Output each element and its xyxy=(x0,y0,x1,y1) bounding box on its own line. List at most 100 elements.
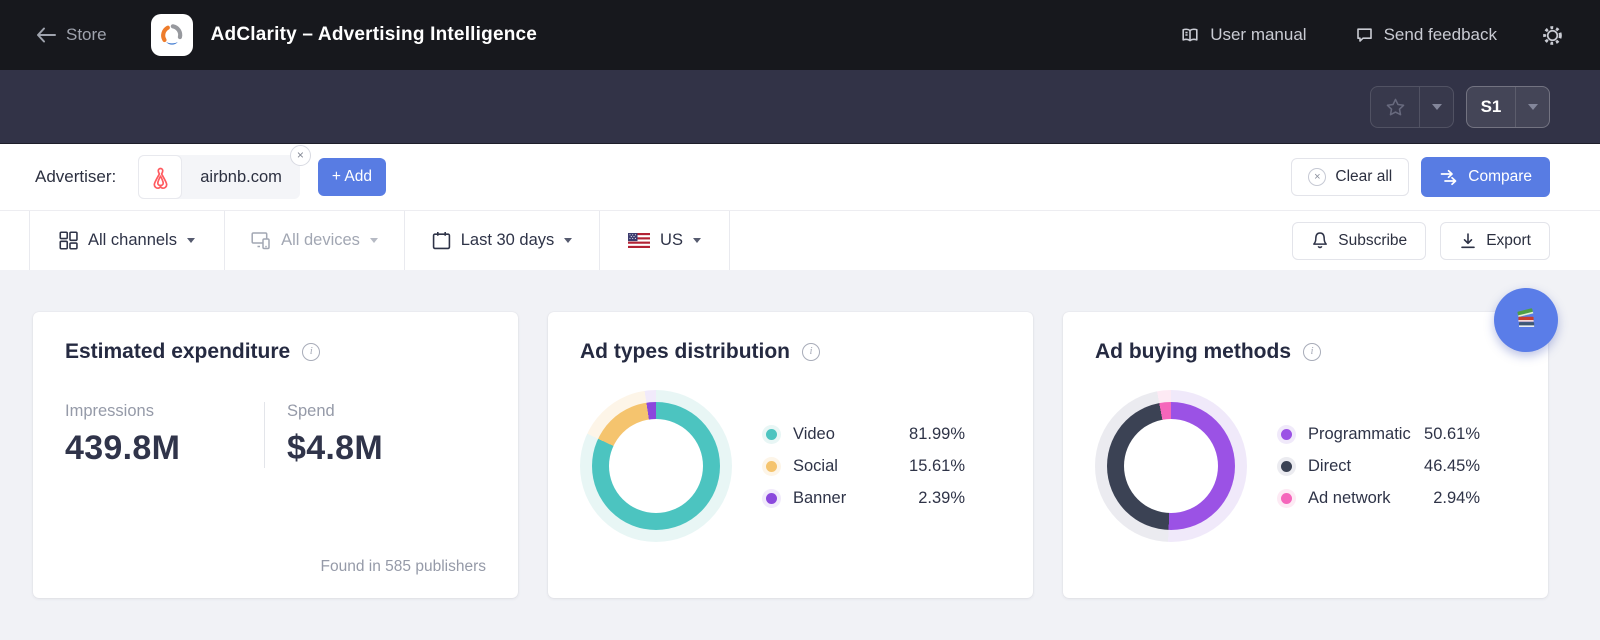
ad-types-legend: Video81.99% Social15.61% Banner2.39% xyxy=(766,425,965,508)
donut-ring xyxy=(1107,402,1235,530)
legend-dot xyxy=(766,493,777,504)
send-feedback-link[interactable]: Send feedback xyxy=(1355,25,1497,45)
adclarity-logo xyxy=(151,14,193,56)
preset-button[interactable]: S1 xyxy=(1467,87,1515,127)
subscribe-button[interactable]: Subscribe xyxy=(1292,222,1426,260)
add-advertiser-button[interactable]: + Add xyxy=(318,158,386,196)
ad-types-distribution-card: Ad types distribution i Video81.99% Socia… xyxy=(548,312,1033,598)
ad-types-donut-chart[interactable] xyxy=(580,390,732,542)
chevron-down-icon xyxy=(693,238,701,243)
legend-label: Programmatic xyxy=(1308,425,1424,444)
date-range-filter[interactable]: Last 30 days xyxy=(405,211,600,270)
legend-value: 15.61% xyxy=(909,457,965,476)
favorite-dropdown[interactable] xyxy=(1419,87,1453,127)
clear-all-button[interactable]: × Clear all xyxy=(1291,158,1409,196)
calendar-icon xyxy=(432,231,451,250)
region-filter[interactable]: US xyxy=(600,211,730,270)
spend-value: $4.8M xyxy=(287,429,486,468)
legend-row[interactable]: Direct46.45% xyxy=(1281,457,1480,476)
legend-row[interactable]: Banner2.39% xyxy=(766,489,965,508)
legend-dot xyxy=(1281,429,1292,440)
ad-buying-donut-chart[interactable] xyxy=(1095,390,1247,542)
export-label: Export xyxy=(1486,232,1531,250)
legend-dot xyxy=(766,429,777,440)
star-icon xyxy=(1386,98,1405,116)
legend-value: 50.61% xyxy=(1424,425,1480,444)
info-icon[interactable]: i xyxy=(302,343,320,361)
devices-filter[interactable]: All devices xyxy=(225,211,405,270)
chevron-down-icon xyxy=(1432,104,1442,110)
legend-row[interactable]: Social15.61% xyxy=(766,457,965,476)
us-flag-icon xyxy=(628,233,650,248)
compare-label: Compare xyxy=(1468,168,1532,186)
user-manual-link[interactable]: User manual xyxy=(1180,25,1306,45)
ad-buying-methods-card: Ad buying methods i Programmatic50.61%Di… xyxy=(1063,312,1548,598)
compare-button[interactable]: Compare xyxy=(1421,157,1550,197)
legend-value: 2.39% xyxy=(918,489,965,508)
legend-dot xyxy=(766,461,777,472)
card-title: Ad types distribution xyxy=(580,340,790,364)
workspace-bar: S1 xyxy=(0,70,1600,144)
back-to-store-button[interactable]: Store xyxy=(36,25,107,45)
help-widget-button[interactable] xyxy=(1494,288,1558,352)
preset-dropdown[interactable] xyxy=(1515,87,1549,127)
devices-filter-label: All devices xyxy=(281,231,360,250)
impressions-metric: Impressions 439.8M xyxy=(65,402,264,468)
card-title: Ad buying methods xyxy=(1095,340,1291,364)
donut-hole xyxy=(1124,419,1218,513)
channels-grid-icon xyxy=(59,231,78,250)
chevron-down-icon xyxy=(187,238,195,243)
favorite-button[interactable] xyxy=(1371,87,1419,127)
download-icon xyxy=(1459,232,1477,250)
ad-buying-legend: Programmatic50.61% Direct46.45% Ad network… xyxy=(1281,425,1480,508)
legend-value: 81.99% xyxy=(909,425,965,444)
favorite-split-button xyxy=(1370,86,1454,128)
airbnb-logo xyxy=(138,155,182,199)
filter-stub xyxy=(0,211,30,270)
subscribe-label: Subscribe xyxy=(1338,232,1407,250)
region-label: US xyxy=(660,231,683,250)
advertiser-chip: airbnb.com × xyxy=(138,155,300,199)
info-icon[interactable]: i xyxy=(802,343,820,361)
spend-metric: Spend $4.8M xyxy=(287,402,486,468)
top-bar: Store AdClarity – Advertising Intelligen… xyxy=(0,0,1600,70)
clear-icon: × xyxy=(1308,168,1326,186)
legend-row[interactable]: Programmatic50.61% xyxy=(1281,425,1480,444)
bell-icon xyxy=(1311,231,1329,250)
compare-arrows-icon xyxy=(1439,169,1459,186)
channels-filter[interactable]: All channels xyxy=(30,211,225,270)
user-manual-label: User manual xyxy=(1210,25,1306,45)
arrow-left-icon xyxy=(36,27,56,43)
legend-label: Direct xyxy=(1308,457,1424,476)
gear-icon xyxy=(1541,24,1564,47)
export-button[interactable]: Export xyxy=(1440,222,1550,260)
devices-icon xyxy=(251,231,271,250)
feedback-bubble-icon xyxy=(1355,26,1374,44)
info-icon[interactable]: i xyxy=(1303,343,1321,361)
book-icon xyxy=(1180,26,1200,44)
channels-filter-label: All channels xyxy=(88,231,177,250)
publishers-footnote: Found in 585 publishers xyxy=(321,558,486,576)
clear-all-label: Clear all xyxy=(1335,168,1392,186)
app-title: AdClarity – Advertising Intelligence xyxy=(211,24,537,46)
legend-label: Video xyxy=(793,425,909,444)
date-range-label: Last 30 days xyxy=(461,231,555,250)
card-title: Estimated expenditure xyxy=(65,340,290,364)
donut-hole xyxy=(609,419,703,513)
dashboard-content: Estimated expenditure i Impressions 439.… xyxy=(0,270,1600,598)
remove-advertiser-button[interactable]: × xyxy=(290,145,311,166)
settings-button[interactable] xyxy=(1541,24,1564,47)
back-label: Store xyxy=(66,25,107,45)
filter-bar: All channels All devices Last 30 days US… xyxy=(0,210,1600,270)
legend-label: Banner xyxy=(793,489,918,508)
donut-ring xyxy=(592,402,720,530)
send-feedback-label: Send feedback xyxy=(1384,25,1497,45)
estimated-expenditure-card: Estimated expenditure i Impressions 439.… xyxy=(33,312,518,598)
spend-label: Spend xyxy=(287,402,486,421)
legend-row[interactable]: Ad network2.94% xyxy=(1281,489,1480,508)
chevron-down-icon xyxy=(1528,104,1538,110)
legend-row[interactable]: Video81.99% xyxy=(766,425,965,444)
chevron-down-icon xyxy=(564,238,572,243)
preset-split-button: S1 xyxy=(1466,86,1550,128)
impressions-label: Impressions xyxy=(65,402,264,421)
